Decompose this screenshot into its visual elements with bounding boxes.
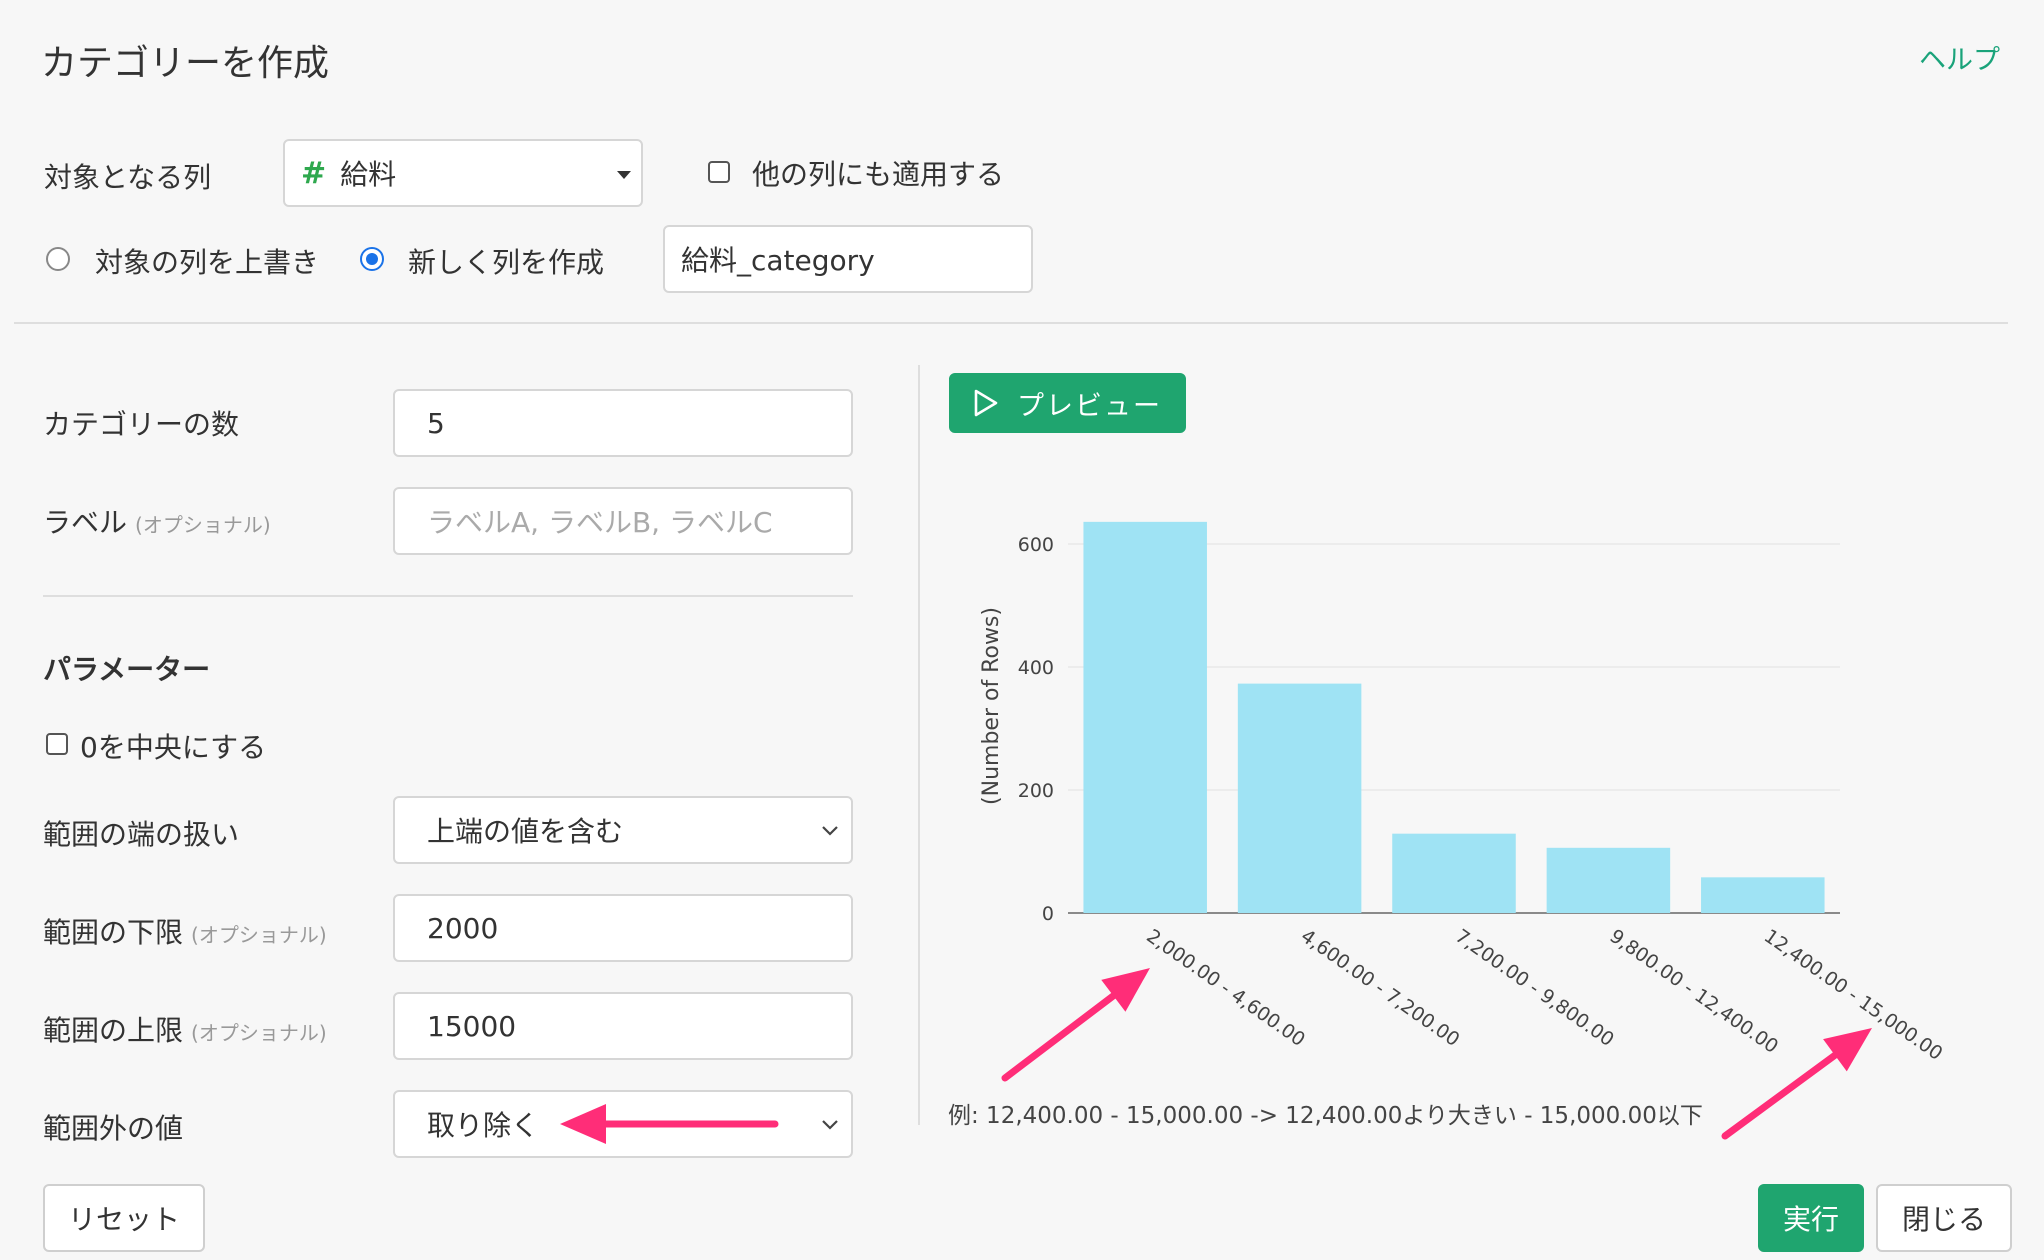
overwrite-radio[interactable] [46,247,70,271]
edge-label: 範囲の端の扱い [43,818,240,851]
outside-values-select[interactable]: 取り除く [393,1090,853,1158]
overwrite-label: 対象の列を上書き [95,246,320,279]
form-divider [43,595,853,597]
new-column-name-input[interactable]: 給料_category [663,225,1033,293]
bar [1392,833,1516,913]
example-text: 例: 12,400.00 - 15,000.00 -> 12,400.00より大… [948,1103,1703,1129]
bar [1546,847,1671,913]
center-zero-label: 0を中央にする [80,731,267,764]
apply-other-label: 他の列にも適用する [752,158,1005,191]
labels-label: ラベル (オプショナル) [43,501,271,541]
preview-button[interactable]: プレビュー [949,373,1186,433]
outside-select-value: 取り除く [427,1109,540,1142]
new-column-radio[interactable] [360,247,384,271]
upper-limit-input[interactable]: 15000 [393,992,853,1060]
target-column-value: 給料 [340,158,397,191]
caret-down-icon [617,171,631,179]
panel-divider [918,365,920,1125]
y-tick-label: 200 [1018,780,1054,802]
upper-label-text: 範囲の上限 [43,1014,184,1047]
y-axis-label: (Number of Rows) [979,607,1004,805]
lower-optional: (オプショナル) [191,923,327,947]
bar [1237,683,1362,913]
x-tick-label: 12,400.00 - 15,000.00 [1760,925,1947,1065]
target-column-select[interactable]: # 給料 [283,139,643,207]
lower-label: 範囲の下限 (オプショナル) [43,911,327,951]
chevron-down-icon [822,826,838,836]
reset-button[interactable]: リセット [43,1184,205,1252]
outside-label: 範囲外の値 [43,1112,184,1145]
labels-optional: (オプショナル) [135,513,271,537]
bar [1701,877,1825,913]
params-title: パラメーター [43,653,211,686]
upper-label: 範囲の上限 (オプショナル) [43,1009,327,1049]
num-categories-label: カテゴリーの数 [43,408,240,441]
x-tick-label: 4,600.00 - 7,200.00 [1297,925,1464,1051]
y-tick-label: 600 [1018,534,1054,556]
x-tick-label: 2,000.00 - 4,600.00 [1142,925,1309,1051]
number-type-icon: # [301,155,327,191]
play-icon [974,389,998,417]
edge-select[interactable]: 上端の値を含む [393,796,853,864]
labels-input[interactable]: ラベルA, ラベルB, ラベルC [393,487,853,555]
apply-other-checkbox[interactable] [708,161,730,183]
help-link[interactable]: ヘルプ [1919,38,2000,77]
edge-select-value: 上端の値を含む [427,815,624,848]
histogram-chart: 0 200 400 600 2,000.00 - 4,600.004,600.00 -… [979,521,1947,1065]
x-tick-label: 7,200.00 - 9,800.00 [1451,925,1618,1051]
preview-button-label: プレビュー [1017,390,1162,422]
x-tick-label: 9,800.00 - 12,400.00 [1606,925,1783,1058]
target-column-label: 対象となる列 [44,161,212,194]
chevron-down-icon [822,1120,838,1130]
labels-label-text: ラベル [43,506,128,539]
top-divider [14,322,2008,324]
num-categories-input[interactable]: 5 [393,389,853,457]
new-column-label: 新しく列を作成 [408,246,605,279]
dialog-title: カテゴリーを作成 [41,43,330,84]
y-tick-label: 400 [1018,657,1054,679]
bar [1083,521,1207,913]
center-zero-checkbox[interactable] [46,733,68,755]
run-button[interactable]: 実行 [1758,1184,1864,1252]
close-button[interactable]: 閉じる [1876,1184,2012,1252]
upper-optional: (オプショナル) [191,1021,327,1045]
y-tick-label: 0 [1042,903,1054,925]
lower-label-text: 範囲の下限 [43,916,184,949]
lower-limit-input[interactable]: 2000 [393,894,853,962]
